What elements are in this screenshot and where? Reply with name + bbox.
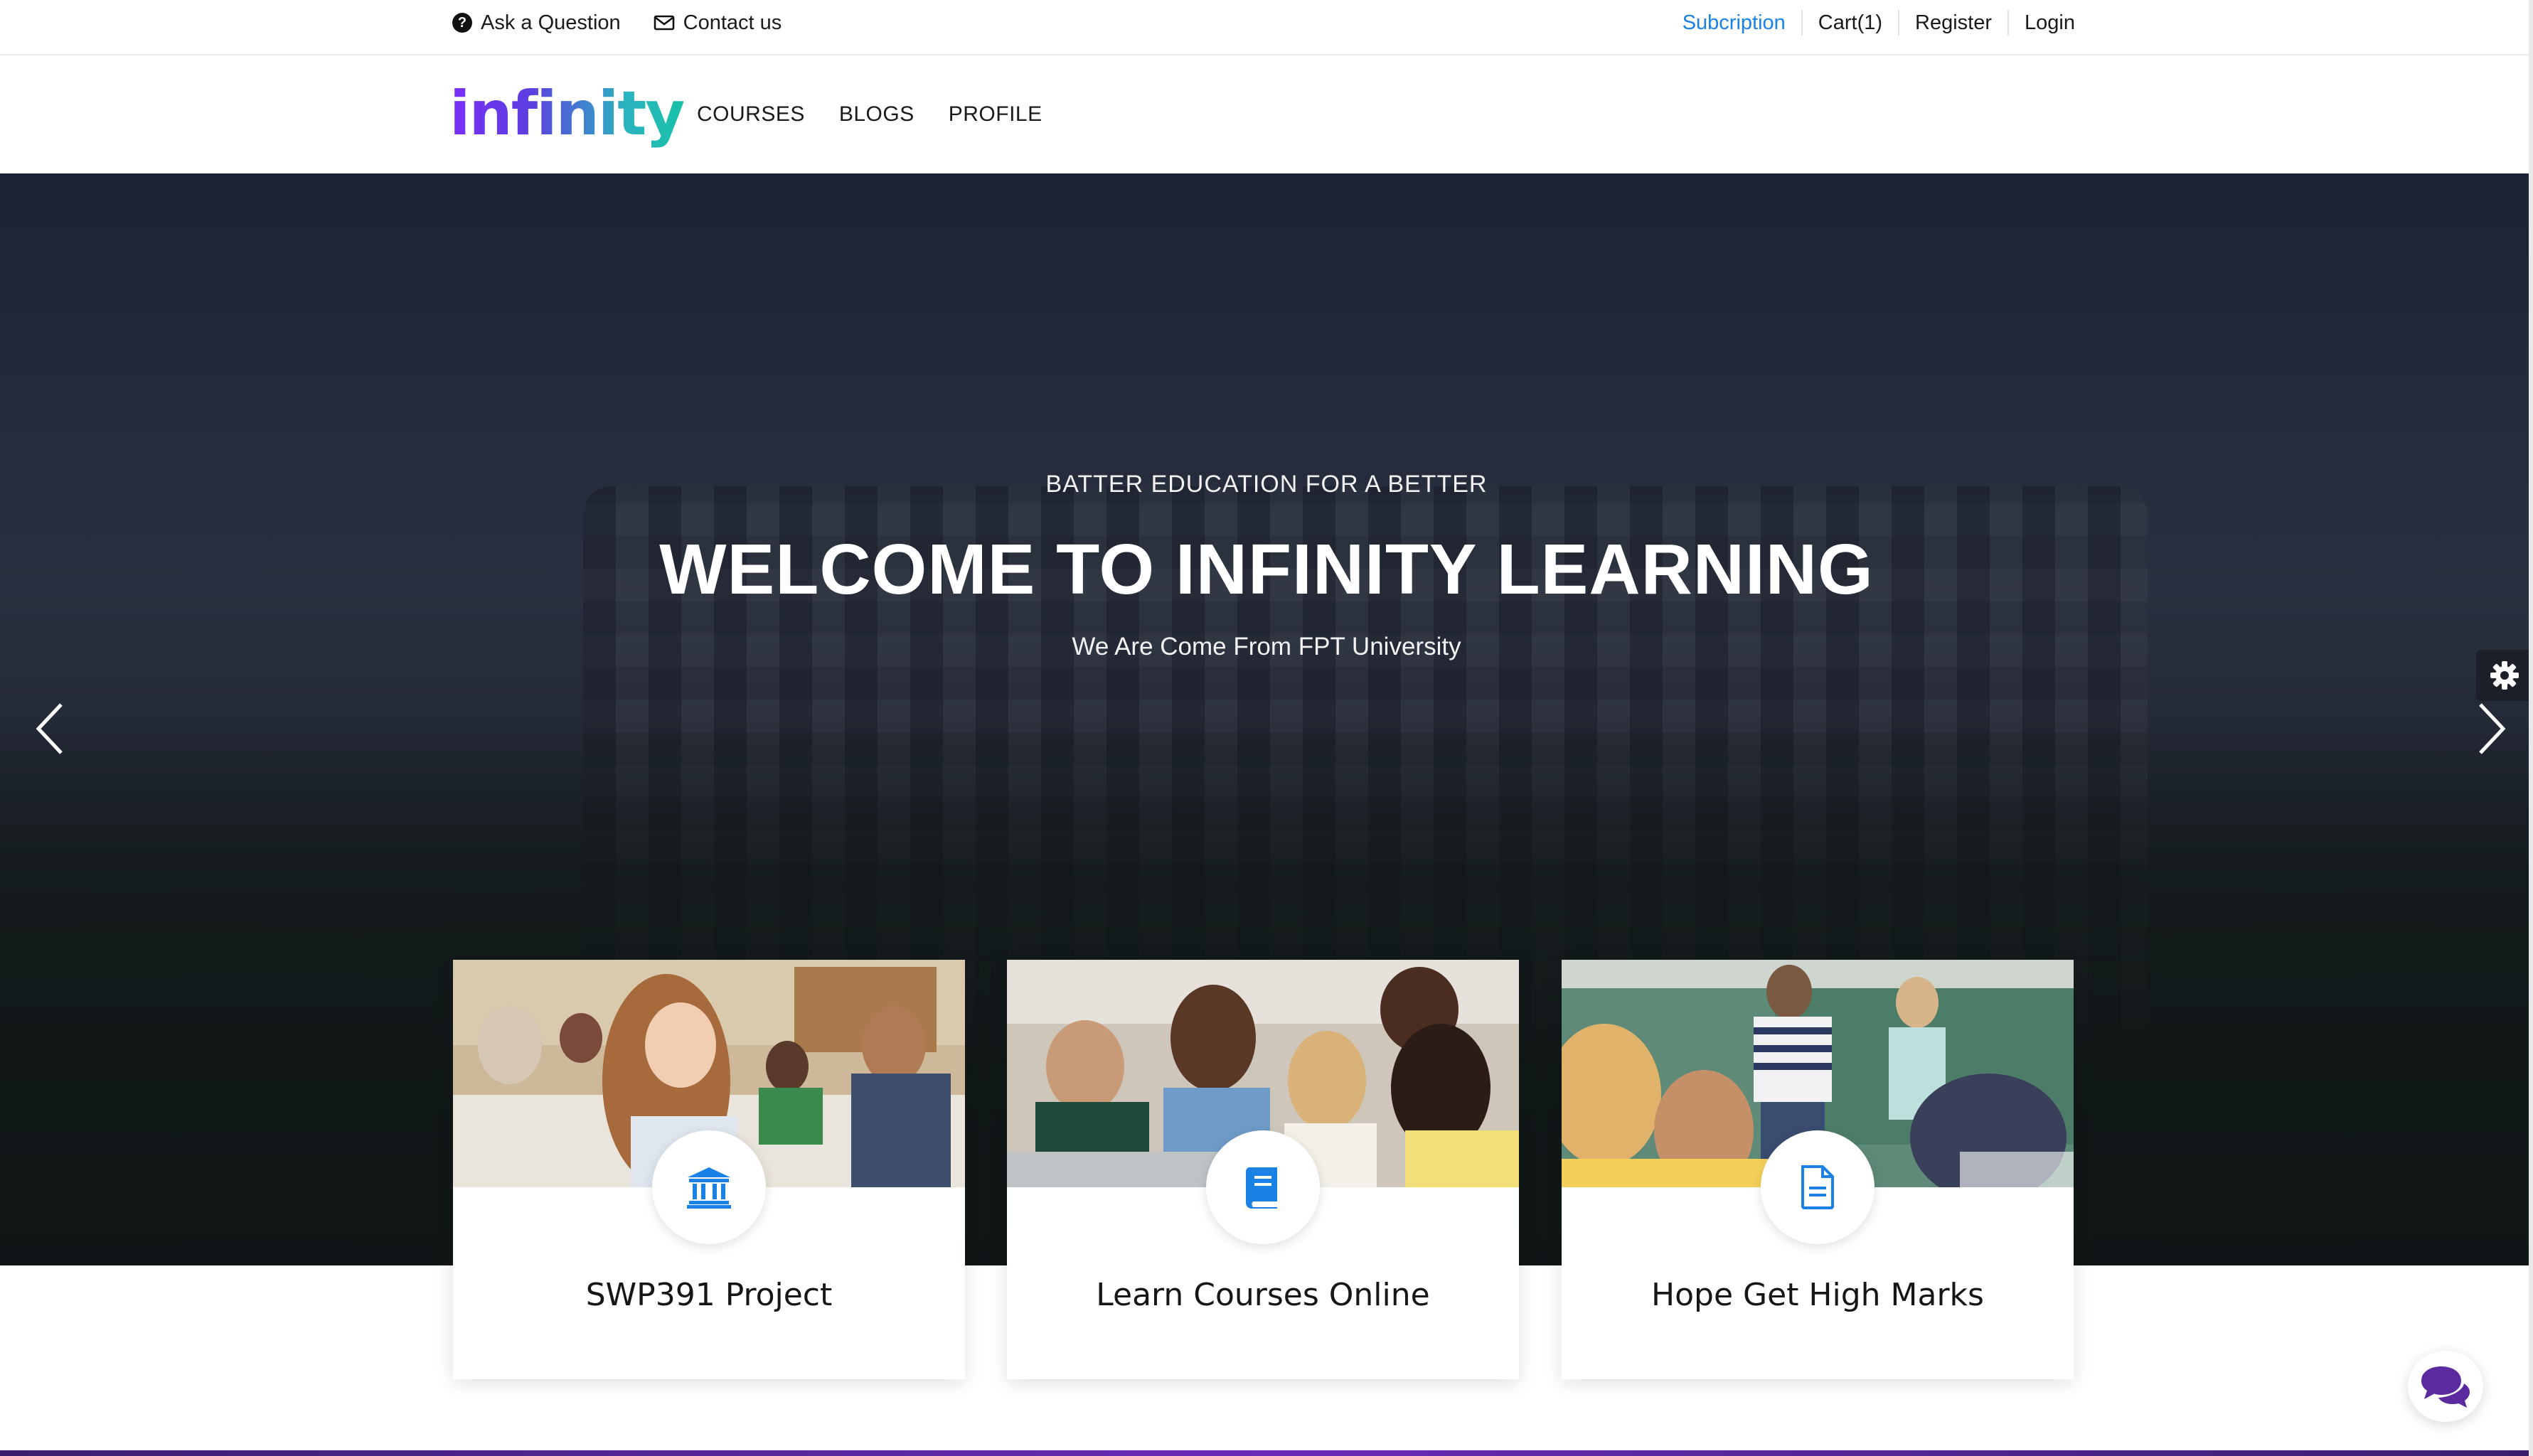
top-bar: ? Ask a Question Contact us Subcription … (0, 0, 2533, 55)
card-icon-circle (652, 1130, 766, 1244)
main-navbar: infinity COURSES BLOGS PROFILE (0, 55, 2533, 173)
nav-courses[interactable]: COURSES (697, 102, 805, 127)
ask-question-link[interactable]: ? Ask a Question (452, 11, 621, 35)
envelope-icon (654, 15, 674, 31)
card-title: Hope Get High Marks (1651, 1277, 1984, 1313)
book-icon (1245, 1167, 1277, 1209)
feature-card[interactable]: Hope Get High Marks (1562, 960, 2074, 1379)
ask-question-label: Ask a Question (481, 11, 621, 34)
feature-card[interactable]: SWP391 Project (453, 960, 965, 1379)
gear-icon (2490, 661, 2519, 690)
question-circle-icon: ? (452, 13, 472, 33)
top-bar-left: ? Ask a Question Contact us (452, 0, 782, 46)
hero-subtitle: BATTER EDUCATION FOR A BETTER (1045, 471, 1488, 498)
register-link[interactable]: Register (1898, 10, 2007, 36)
slider-prev-button[interactable] (28, 697, 71, 761)
card-title: Learn Courses Online (1096, 1277, 1430, 1313)
card-icon-circle (1206, 1130, 1320, 1244)
chevron-right-icon (2479, 703, 2506, 754)
infinity-logo[interactable]: infinity (449, 78, 685, 149)
nav-menu: COURSES BLOGS PROFILE (697, 55, 1042, 173)
contact-us-label: Contact us (683, 11, 782, 34)
card-icon-circle (1761, 1130, 1875, 1244)
chevron-left-icon (36, 703, 63, 754)
chat-widget-button[interactable] (2408, 1351, 2483, 1422)
feature-card[interactable]: Learn Courses Online (1007, 960, 1519, 1379)
hero-title: WELCOME TO INFINITY LEARNING (659, 530, 1874, 609)
cart-link[interactable]: Cart(1) (1801, 10, 1898, 36)
footer-band (0, 1450, 2533, 1456)
subscription-link[interactable]: Subcription (1667, 10, 1801, 36)
slider-next-button[interactable] (2470, 697, 2513, 761)
document-icon (1801, 1165, 1834, 1209)
top-bar-right: Subcription Cart(1) Register Login (1667, 0, 2075, 46)
contact-us-link[interactable]: Contact us (654, 11, 782, 35)
card-title: SWP391 Project (585, 1277, 833, 1313)
page-scrollbar[interactable] (2529, 0, 2533, 1456)
institution-icon (687, 1167, 731, 1209)
nav-profile[interactable]: PROFILE (949, 102, 1042, 127)
settings-toggle-button[interactable] (2476, 650, 2533, 701)
hero-description: We Are Come From FPT University (1072, 633, 1461, 660)
nav-blogs[interactable]: BLOGS (839, 102, 914, 127)
login-link[interactable]: Login (2007, 10, 2075, 36)
chat-bubbles-icon (2421, 1366, 2470, 1408)
